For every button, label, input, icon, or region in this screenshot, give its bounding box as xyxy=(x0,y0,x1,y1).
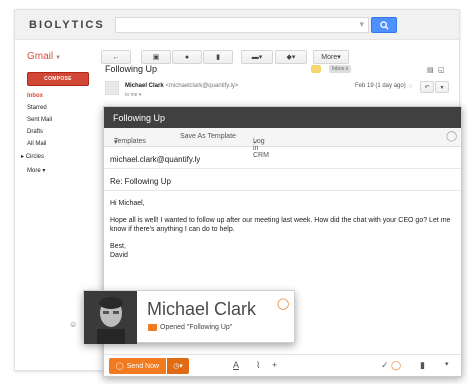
more-button[interactable]: More ▾ xyxy=(313,50,349,64)
top-bar: BIOLYTICS ▾ xyxy=(15,10,459,40)
labels-button[interactable]: ◆▾ xyxy=(275,50,307,64)
label-icon: ◆▾ xyxy=(286,54,296,61)
body-signature: David xyxy=(110,252,128,259)
chevron-down-icon: ▾ xyxy=(138,92,142,98)
send-now-button[interactable]: ◯ Send Now xyxy=(109,358,166,374)
send-label: Send Now xyxy=(126,362,160,370)
compose-button[interactable]: COMPOSE xyxy=(27,72,89,86)
message-body[interactable]: Hi Michael, Hope all is well! I wanted t… xyxy=(104,191,461,268)
clock-icon: ◷▾ xyxy=(173,363,183,370)
chevron-down-icon[interactable]: ▾ xyxy=(445,360,449,368)
move-to-button[interactable]: ▬▾ xyxy=(241,50,273,64)
recipient-label: to me xyxy=(125,92,138,98)
attach-icon[interactable]: ⌇ xyxy=(256,360,260,371)
app-logo: BIOLYTICS xyxy=(29,19,105,31)
contact-notification-card[interactable]: Michael Clark Opened "Following Up" ◯ xyxy=(83,290,295,344)
chevron-down-icon: ▼ xyxy=(55,55,62,61)
insert-icon[interactable]: + xyxy=(272,360,277,370)
delete-button[interactable]: ▮ xyxy=(203,50,233,64)
discard-icon[interactable]: ▮ xyxy=(420,360,425,371)
search-input[interactable]: ▾ xyxy=(115,17,369,33)
spam-icon: ● xyxy=(184,53,190,61)
plugin-logo-icon: ◯ xyxy=(277,298,290,310)
gmail-label: Gmail xyxy=(27,51,54,62)
print-icon[interactable]: ▤ xyxy=(427,66,434,74)
more-actions-button[interactable]: ▾ xyxy=(435,81,449,93)
inbox-tag-label: Inbox xyxy=(332,66,345,72)
new-window-icon[interactable]: ◱ xyxy=(438,66,445,74)
contact-photo xyxy=(84,291,137,344)
gmail-menu[interactable]: Gmail ▼ xyxy=(27,51,61,62)
tracking-icon[interactable]: ◯ xyxy=(391,360,401,371)
sender-email: <michaelclark@quantify.ly> xyxy=(165,83,239,89)
sidebar-item-inbox[interactable]: Inbox xyxy=(27,93,43,99)
sender-name: Michael Clark xyxy=(125,83,164,89)
schedule-send-button[interactable]: ◷▾ xyxy=(167,358,189,374)
message-sender: Michael Clark <michaelclark@quantify.ly> xyxy=(125,83,238,89)
hangouts-icon[interactable]: ☺ xyxy=(69,320,77,329)
spam-button[interactable]: ● xyxy=(172,50,202,64)
message-date: Feb 19 (1 day ago) xyxy=(355,83,406,89)
sidebar-item-label: Circles xyxy=(25,154,45,160)
open-status: Opened "Following Up" xyxy=(160,324,233,331)
contact-name: Michael Clark xyxy=(147,299,257,319)
sidebar-item-sent-mail[interactable]: Sent Mail xyxy=(27,117,52,123)
sidebar-item-more[interactable]: More ▾ xyxy=(27,167,45,174)
sidebar-item-all-mail[interactable]: All Mail xyxy=(27,141,46,147)
search-button[interactable] xyxy=(371,17,397,33)
chevron-down-icon: ▾ xyxy=(337,54,341,61)
archive-icon: ▣ xyxy=(152,54,160,61)
sidebar-item-starred[interactable]: Starred xyxy=(27,105,47,111)
chevron-down-icon: ▾ xyxy=(114,139,118,146)
sidebar-item-label: More xyxy=(27,168,41,174)
sidebar-item-circles[interactable]: ▸ Circles xyxy=(21,153,44,160)
plugin-logo-icon[interactable]: ◯ xyxy=(446,131,457,142)
body-closing: Best, xyxy=(110,243,126,250)
sidebar-item-drafts[interactable]: Drafts xyxy=(27,129,43,135)
formatting-icon[interactable]: A xyxy=(233,360,239,370)
star-icon[interactable]: ☆ xyxy=(408,83,413,90)
thread-subject: Following Up xyxy=(105,64,158,74)
folder-icon: ▬▾ xyxy=(251,54,263,61)
important-marker-icon[interactable] xyxy=(311,65,321,73)
compose-footer: ◯ Send Now ◷▾ A ⌇ + ✓ ◯ ▮ ▾ xyxy=(104,354,461,376)
log-crm-label: Log in CRM xyxy=(253,138,269,159)
archive-button[interactable]: ▣ xyxy=(141,50,171,64)
chevron-down-icon: ▾ xyxy=(40,168,46,174)
back-arrow-icon: ← xyxy=(112,53,120,61)
envelope-icon xyxy=(148,324,157,331)
tracking-check-icon[interactable]: ✓ xyxy=(381,360,389,371)
compose-toolbar: Templates ▾ Save As Template ✓ Log in CR… xyxy=(104,128,461,159)
chevron-down-icon: ▾ xyxy=(440,84,444,91)
body-text: Hope all is well! I wanted to follow up … xyxy=(110,217,451,233)
to-field[interactable]: michael.clark@quantify.ly xyxy=(104,147,461,169)
templates-label: Templates xyxy=(114,138,146,145)
search-dropdown-icon[interactable]: ▾ xyxy=(359,19,364,30)
remove-tag-icon[interactable]: x xyxy=(346,66,349,72)
compose-title: Following Up xyxy=(104,107,461,128)
more-label: More xyxy=(321,53,338,61)
reply-icon: ↶ xyxy=(424,84,430,91)
reply-button[interactable]: ↶ xyxy=(420,81,434,93)
save-as-template-button[interactable]: Save As Template xyxy=(180,133,236,140)
search-icon xyxy=(380,21,389,30)
message-recipient[interactable]: to me ▾ xyxy=(125,92,141,98)
back-button[interactable]: ← xyxy=(101,50,131,64)
send-icon: ◯ xyxy=(115,363,124,370)
body-greeting: Hi Michael, xyxy=(110,200,145,207)
subject-field[interactable]: Re: Following Up xyxy=(104,169,461,191)
trash-icon: ▮ xyxy=(216,54,220,61)
inbox-label-tag[interactable]: Inbox x xyxy=(329,65,352,73)
avatar xyxy=(105,81,119,95)
